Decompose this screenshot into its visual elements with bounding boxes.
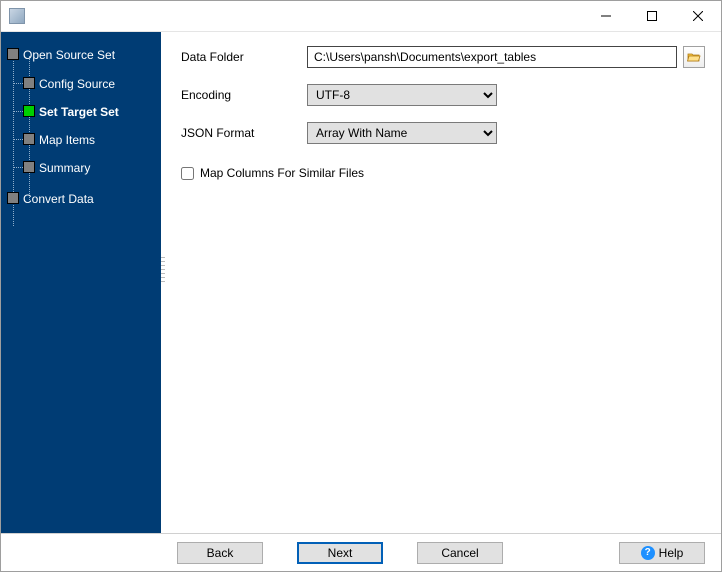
sidebar-item-label: Convert Data xyxy=(23,192,94,206)
json-format-select[interactable]: Array With Name xyxy=(307,122,497,144)
app-icon xyxy=(9,8,25,24)
sidebar-item-map-items[interactable]: Map Items xyxy=(1,126,161,154)
button-label: Cancel xyxy=(441,546,478,560)
help-button[interactable]: ? Help xyxy=(619,542,705,564)
step-marker-icon xyxy=(7,48,19,60)
map-columns-checkbox[interactable] xyxy=(181,167,194,180)
map-columns-label: Map Columns For Similar Files xyxy=(200,166,364,180)
wizard-sidebar: Open Source Set Config Source Set Target… xyxy=(1,32,161,533)
browse-folder-button[interactable] xyxy=(683,46,705,68)
json-format-label: JSON Format xyxy=(181,126,301,140)
step-marker-icon xyxy=(7,192,19,204)
sidebar-item-set-target-set[interactable]: Set Target Set xyxy=(1,98,161,126)
step-marker-icon xyxy=(23,77,35,89)
step-marker-icon xyxy=(23,105,35,117)
help-icon: ? xyxy=(641,546,655,560)
step-marker-icon xyxy=(23,133,35,145)
data-folder-label: Data Folder xyxy=(181,50,301,64)
step-marker-icon xyxy=(23,161,35,173)
sidebar-item-open-source-set[interactable]: Open Source Set xyxy=(1,40,161,70)
button-label: Next xyxy=(328,546,353,560)
data-folder-input[interactable] xyxy=(307,46,677,68)
titlebar xyxy=(1,1,721,32)
close-button[interactable] xyxy=(675,1,721,32)
cancel-button[interactable]: Cancel xyxy=(417,542,503,564)
folder-open-icon xyxy=(687,51,701,63)
sidebar-item-label: Config Source xyxy=(39,77,115,91)
encoding-label: Encoding xyxy=(181,88,301,102)
sidebar-item-label: Summary xyxy=(39,161,90,175)
sidebar-item-convert-data[interactable]: Convert Data xyxy=(1,184,161,214)
sidebar-item-label: Open Source Set xyxy=(23,48,115,62)
sidebar-item-label: Map Items xyxy=(39,133,95,147)
next-button[interactable]: Next xyxy=(297,542,383,564)
encoding-select[interactable]: UTF-8 xyxy=(307,84,497,106)
wizard-steps-tree: Open Source Set Config Source Set Target… xyxy=(1,40,161,214)
minimize-button[interactable] xyxy=(583,1,629,32)
wizard-footer: Back Next Cancel ? Help xyxy=(1,533,721,571)
main-panel: Data Folder Encoding UTF-8 JSON Format A… xyxy=(165,32,721,533)
button-label: Help xyxy=(659,546,684,560)
maximize-button[interactable] xyxy=(629,1,675,32)
sidebar-item-label: Set Target Set xyxy=(39,105,119,119)
button-label: Back xyxy=(207,546,234,560)
back-button[interactable]: Back xyxy=(177,542,263,564)
sidebar-item-summary[interactable]: Summary xyxy=(1,154,161,182)
sidebar-item-config-source[interactable]: Config Source xyxy=(1,70,161,98)
